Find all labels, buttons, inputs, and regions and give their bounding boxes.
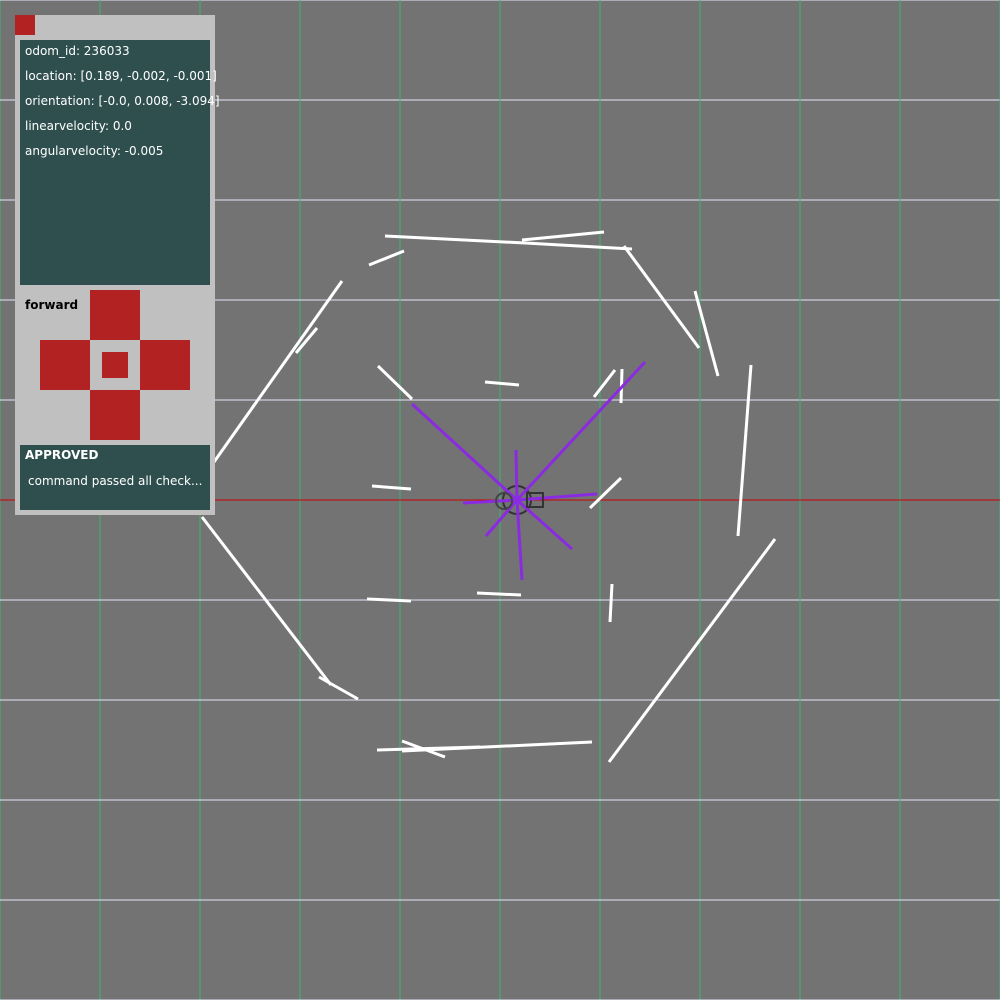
- scan-segment: [376, 364, 414, 401]
- status-message: command passed all check...: [28, 474, 203, 488]
- scan-segment: [736, 364, 753, 537]
- robot-ray: [516, 498, 573, 551]
- left-arrow-button[interactable]: [40, 340, 90, 390]
- scan-segment: [384, 234, 526, 245]
- scan-segment: [476, 591, 522, 597]
- scan-segment: [607, 538, 777, 763]
- status-box: APPROVED command passed all check...: [20, 445, 210, 510]
- scan-segment: [368, 249, 405, 267]
- scan-segment: [524, 241, 633, 251]
- scan-segment: [608, 583, 614, 623]
- status-title: APPROVED: [25, 448, 99, 462]
- orientation-text: orientation: [-0.0, 0.008, -3.094]: [25, 94, 220, 108]
- panel-drag-handle[interactable]: [15, 15, 35, 35]
- down-arrow-button[interactable]: [90, 390, 140, 440]
- scan-segment: [200, 516, 333, 686]
- scan-segment: [622, 245, 701, 349]
- scan-segment: [521, 230, 605, 242]
- scan-segment: [592, 369, 617, 398]
- angular-velocity-text: angularvelocity: -0.005: [25, 144, 164, 158]
- odom-id-text: odom_id: 236033: [25, 44, 130, 58]
- robot-rays: [410, 360, 647, 581]
- scan-segment: [371, 484, 412, 491]
- robot-ray: [515, 499, 524, 581]
- robot-ray: [484, 499, 519, 537]
- scan-segment: [212, 280, 344, 463]
- scan-segment: [484, 380, 520, 387]
- current-command-label: forward: [25, 298, 79, 312]
- right-arrow-button[interactable]: [140, 340, 190, 390]
- location-text: location: [0.189, -0.002, -0.001]: [25, 69, 217, 83]
- scan-segment: [366, 597, 412, 603]
- control-panel: odom_id: 236033 location: [0.189, -0.002…: [15, 15, 220, 515]
- robot-ray: [410, 402, 519, 502]
- stop-button[interactable]: [102, 352, 128, 378]
- robot-ray: [514, 449, 519, 501]
- up-arrow-button[interactable]: [90, 290, 140, 340]
- robot-ray: [515, 360, 647, 502]
- scan-segment: [693, 290, 720, 377]
- odometry-info-box: odom_id: 236033 location: [0.189, -0.002…: [20, 40, 220, 285]
- lidar-scan-segments: [200, 230, 777, 763]
- scan-segment: [318, 675, 359, 701]
- robot-marker: [410, 360, 647, 581]
- linear-velocity-text: linearvelocity: 0.0: [25, 119, 132, 133]
